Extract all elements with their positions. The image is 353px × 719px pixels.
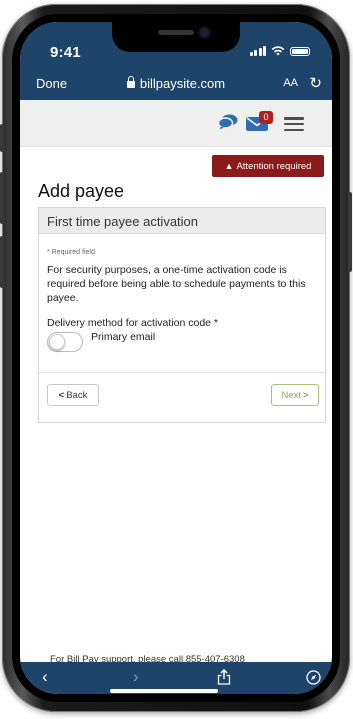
- next-button[interactable]: Next >: [271, 384, 319, 406]
- wifi-icon: [271, 46, 285, 56]
- required-field-note: * Required field: [47, 249, 95, 256]
- delivery-method-label: Delivery method for activation code *: [47, 317, 218, 329]
- front-camera: [200, 28, 209, 37]
- card-divider: [39, 372, 325, 373]
- lock-icon: [126, 76, 135, 88]
- phone-frame: 9:41 Done billpaysite.com AA ↻ 0 ▲ Atten…: [0, 4, 352, 712]
- status-icons: [249, 46, 310, 56]
- compass-icon[interactable]: [306, 670, 321, 685]
- next-label: Next: [281, 389, 301, 401]
- speaker: [158, 30, 194, 35]
- browser-forward-icon[interactable]: ›: [133, 667, 139, 687]
- chevron-left-icon: <: [58, 389, 65, 401]
- browser-url-bar: Done billpaysite.com AA ↻: [20, 68, 332, 100]
- security-message: For security purposes, a one-time activa…: [47, 264, 306, 304]
- chat-icon[interactable]: [218, 114, 238, 130]
- card-heading: First time payee activation: [39, 208, 325, 234]
- url-text: billpaysite.com: [139, 76, 226, 91]
- browser-back-icon[interactable]: ‹: [42, 667, 48, 687]
- hamburger-menu-icon[interactable]: [284, 117, 304, 131]
- primary-email-label: Primary email: [91, 331, 156, 343]
- page-title: Add payee: [38, 181, 125, 201]
- battery-icon: [290, 47, 310, 56]
- signal-icon: [249, 46, 266, 56]
- silent-switch: [0, 124, 4, 152]
- site-header: 0: [20, 100, 332, 147]
- home-indicator: [110, 689, 218, 693]
- back-button[interactable]: < Back: [47, 384, 99, 406]
- text-size-button[interactable]: AA: [283, 77, 298, 89]
- volume-up-button: [0, 172, 4, 224]
- screen: 9:41 Done billpaysite.com AA ↻ 0 ▲ Atten…: [20, 22, 332, 694]
- activation-card: First time payee activation * Required f…: [38, 207, 326, 423]
- power-button: [348, 192, 352, 272]
- back-label: Back: [66, 389, 88, 401]
- share-icon[interactable]: [217, 669, 231, 685]
- chevron-right-icon: >: [302, 389, 309, 401]
- notch: [112, 22, 240, 52]
- warning-icon: ▲: [224, 161, 234, 171]
- primary-email-toggle[interactable]: [47, 332, 83, 352]
- attention-label: Attention required: [236, 160, 312, 172]
- attention-required-badge[interactable]: ▲ Attention required: [212, 155, 324, 177]
- status-bar: 9:41: [20, 22, 332, 68]
- status-time: 9:41: [50, 44, 81, 61]
- mail-count-badge: 0: [259, 111, 273, 124]
- text-size-label: AA: [283, 77, 298, 89]
- volume-down-button: [0, 236, 4, 288]
- reload-icon[interactable]: ↻: [309, 74, 322, 92]
